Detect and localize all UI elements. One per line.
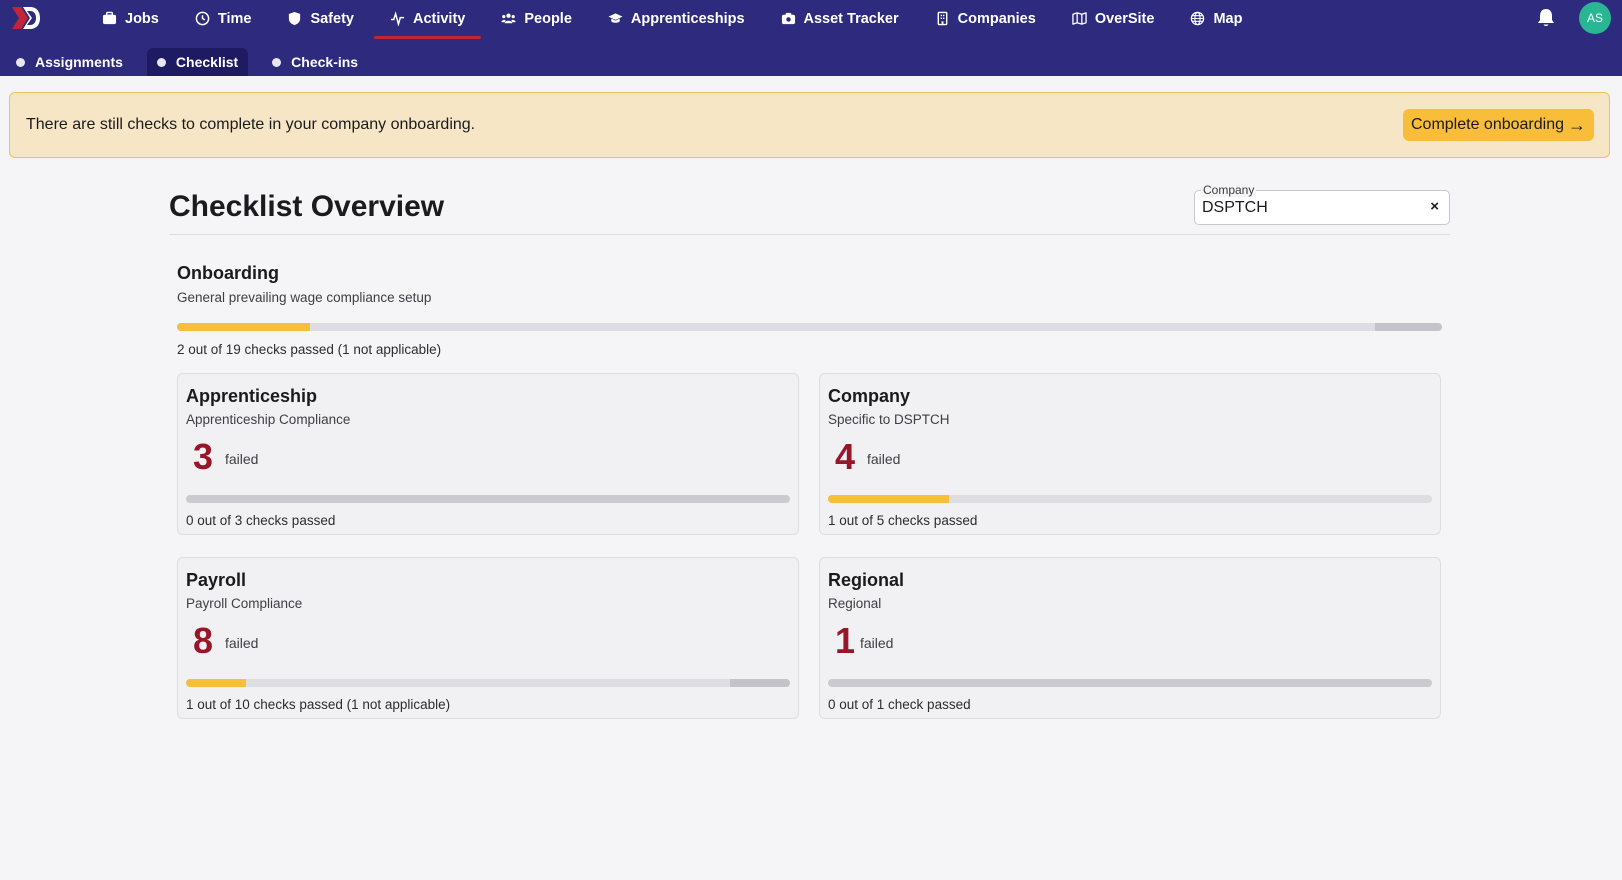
card-subtitle: Regional	[828, 596, 882, 611]
people-icon	[501, 13, 516, 24]
nav-item-people[interactable]: People	[483, 0, 590, 37]
checklist-card-apprenticeship[interactable]: Apprenticeship Apprenticeship Compliance…	[177, 373, 799, 535]
card-title: Regional	[828, 570, 905, 590]
bell-icon[interactable]	[1535, 7, 1557, 29]
nav-item-apprenticeships[interactable]: Apprenticeships	[590, 0, 763, 37]
complete-onboarding-button[interactable]: Complete onboarding →	[1403, 109, 1594, 141]
camera-icon	[781, 12, 795, 25]
nav-item-label: Activity	[412, 10, 466, 27]
company-select-label: Company	[1201, 183, 1257, 197]
card-subtitle: Specific to DSPTCH	[828, 412, 950, 427]
graduation-cap-icon	[608, 13, 623, 23]
checklist-card-regional[interactable]: Regional Regional 1 failed 0 out of 1 ch…	[819, 557, 1441, 719]
nav-item-asset-tracker[interactable]: Asset Tracker	[763, 0, 917, 37]
map-outline-icon	[1072, 12, 1087, 25]
company-select[interactable]: Company DSPTCH ×	[1194, 183, 1450, 225]
failed-label: failed	[867, 451, 901, 467]
failed-label: failed	[225, 635, 259, 651]
user-avatar[interactable]: AS	[1579, 2, 1611, 34]
nav-item-time[interactable]: Time	[177, 0, 270, 37]
progress-fill	[828, 495, 949, 503]
card-progress-bar	[828, 495, 1432, 503]
nav-item-oversite[interactable]: OverSite	[1054, 0, 1173, 37]
card-summary: 0 out of 3 checks passed	[186, 513, 336, 528]
complete-onboarding-label: Complete onboarding	[1411, 116, 1564, 133]
subnav-item-checklist[interactable]: Checklist	[146, 48, 249, 76]
banner-message: There are still checks to complete in yo…	[26, 116, 476, 133]
shield-icon	[289, 11, 301, 26]
nav-item-activity[interactable]: Activity	[372, 0, 483, 39]
onboarding-banner: There are still checks to complete in yo…	[9, 92, 1610, 158]
clock-icon	[195, 11, 210, 26]
globe-icon	[1191, 11, 1205, 26]
checklist-card-payroll[interactable]: Payroll Payroll Compliance 8 failed 1 ou…	[177, 557, 799, 719]
nav-item-label: Asset Tracker	[803, 10, 899, 27]
card-progress-bar	[186, 495, 790, 503]
card-summary: 0 out of 1 check passed	[828, 697, 971, 712]
app-logo[interactable]	[10, 5, 42, 31]
card-summary: 1 out of 5 checks passed	[828, 513, 978, 528]
onboarding-title: Onboarding	[177, 263, 279, 283]
nav-item-label: Companies	[957, 10, 1036, 27]
failed-count: 8	[193, 620, 214, 661]
nav-item-label: Jobs	[125, 10, 159, 27]
failed-label: failed	[225, 451, 259, 467]
failed-count: 3	[193, 436, 214, 477]
subnav-item-assignments[interactable]: Assignments	[6, 48, 133, 76]
briefcase-icon	[102, 11, 117, 25]
onboarding-subtitle: General prevailing wage compliance setup	[177, 290, 432, 305]
subnav-item-label: Checklist	[175, 54, 239, 70]
nav-item-map[interactable]: Map	[1172, 0, 1260, 37]
nav-item-label: Apprenticeships	[630, 10, 745, 27]
progress-fill	[177, 323, 311, 331]
onboarding-summary: 2 out of 19 checks passed (1 not applica…	[177, 342, 442, 357]
dot-icon	[156, 57, 166, 67]
subnav-item-label: Assignments	[35, 54, 123, 70]
nav-item-jobs[interactable]: Jobs	[84, 0, 177, 37]
main-nav: Jobs Time Safety Activity People Apprent…	[84, 0, 1260, 39]
checklist-card-company[interactable]: Company Specific to DSPTCH 4 failed 1 ou…	[819, 373, 1441, 535]
failed-label: failed	[860, 635, 894, 651]
failed-count: 1	[835, 620, 856, 661]
sub-navigation: Assignments Checklist Check-ins	[6, 48, 382, 76]
progress-fill	[186, 679, 247, 687]
subnav-item-check-ins[interactable]: Check-ins	[262, 48, 368, 76]
building-icon	[937, 11, 948, 26]
card-title: Apprenticeship	[186, 386, 318, 406]
card-subtitle: Apprenticeship Compliance	[186, 412, 351, 427]
page-title: Checklist Overview	[169, 190, 445, 223]
top-navigation-bar: Jobs Time Safety Activity People Apprent…	[0, 0, 1622, 76]
subnav-item-label: Check-ins	[291, 54, 359, 70]
clear-icon[interactable]: ×	[1430, 198, 1439, 215]
progress-not-applicable	[1375, 323, 1442, 331]
nav-item-safety[interactable]: Safety	[269, 0, 372, 37]
card-summary: 1 out of 10 checks passed (1 not applica…	[186, 697, 451, 712]
nav-item-label: OverSite	[1094, 10, 1155, 27]
card-progress-bar	[828, 679, 1432, 687]
progress-not-applicable	[729, 679, 790, 687]
header-divider	[169, 234, 1450, 235]
nav-item-label: Time	[217, 10, 252, 27]
activity-icon	[390, 11, 405, 26]
failed-count: 4	[835, 436, 856, 477]
card-title: Company	[828, 386, 911, 406]
nav-item-companies[interactable]: Companies	[917, 0, 1054, 37]
card-subtitle: Payroll Compliance	[186, 596, 303, 611]
company-select-value: DSPTCH	[1202, 199, 1268, 216]
card-title: Payroll	[186, 570, 247, 590]
nav-item-label: Map	[1213, 10, 1243, 27]
onboarding-progress-bar	[177, 323, 1442, 331]
arrow-right-icon: →	[1568, 114, 1586, 135]
nav-item-label: Safety	[310, 10, 354, 27]
card-progress-bar	[186, 679, 790, 687]
nav-item-label: People	[524, 10, 572, 27]
dot-icon	[272, 57, 282, 67]
dot-icon	[16, 57, 25, 67]
